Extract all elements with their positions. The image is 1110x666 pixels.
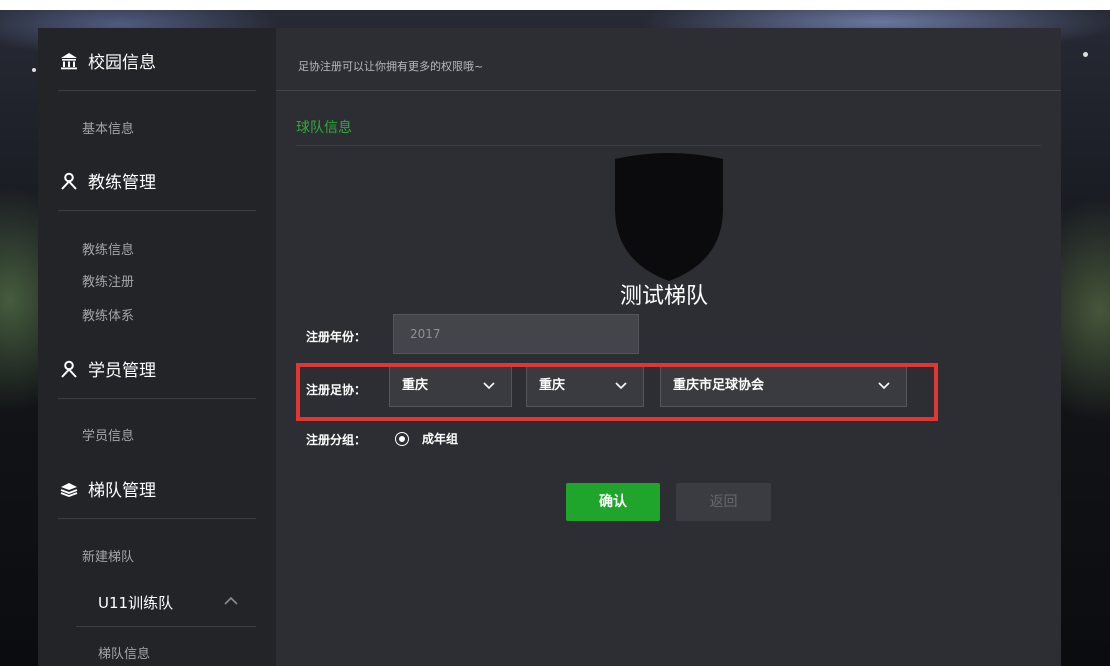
sidebar-section-label: 校园信息 [88,53,156,73]
sidebar-item-student-info[interactable]: 学员信息 [82,425,134,444]
divider [58,398,256,399]
sidebar-section-label: 学员管理 [88,361,156,381]
adult-group-label[interactable]: 成年组 [422,430,458,447]
tip-text: 足协注册可以让你拥有更多的权限哦~ [298,60,484,73]
building-icon [60,52,78,70]
sidebar: 校园信息 基本信息 教练管理 教练信息 教练注册 教练体系 学员管理 学员信息 … [38,28,276,666]
year-field[interactable]: 2017 [393,314,639,354]
sidebar-section-student[interactable]: 学员管理 [60,356,156,381]
adult-group-radio[interactable] [396,433,408,445]
user-icon [60,360,78,378]
layers-icon [60,480,78,498]
sidebar-section-label: 教练管理 [88,173,156,193]
sidebar-item-basic-info[interactable]: 基本信息 [82,118,134,137]
year-label: 注册年份： [306,330,367,344]
divider [58,210,256,211]
sidebar-section-label: 梯队管理 [88,481,156,501]
group-label: 注册分组： [306,433,367,447]
sidebar-item-coach-info[interactable]: 教练信息 [82,239,134,258]
sidebar-section-campus[interactable]: 校园信息 [60,48,156,73]
team-name: 测试梯队 [620,284,709,309]
top-margin [0,0,1110,10]
divider [58,90,256,91]
team-badge-shield-icon [615,153,723,281]
sidebar-item-coach-system[interactable]: 教练体系 [82,305,134,324]
sidebar-section-coach[interactable]: 教练管理 [60,168,156,193]
main-panel: 足协注册可以让你拥有更多的权限哦~ 球队信息 测试梯队 注册年份： 2017 注… [276,28,1061,666]
light-dot [1083,52,1088,57]
divider [58,518,256,519]
divider [76,626,256,627]
divider [276,90,1061,91]
sidebar-item-u11-team[interactable]: U11训练队 [98,592,173,613]
light-dot [32,68,36,72]
highlight-box [296,363,938,421]
sidebar-item-team-info[interactable]: 梯队信息 [98,643,150,662]
divider [296,145,1041,146]
back-button[interactable]: 返回 [676,483,771,521]
section-title: 球队信息 [296,120,352,136]
user-icon [60,172,78,190]
chevron-up-icon[interactable] [224,596,238,606]
sidebar-item-coach-register[interactable]: 教练注册 [82,271,134,290]
sidebar-item-new-team[interactable]: 新建梯队 [82,546,134,565]
confirm-button[interactable]: 确认 [566,483,660,521]
sidebar-section-team[interactable]: 梯队管理 [60,476,156,501]
